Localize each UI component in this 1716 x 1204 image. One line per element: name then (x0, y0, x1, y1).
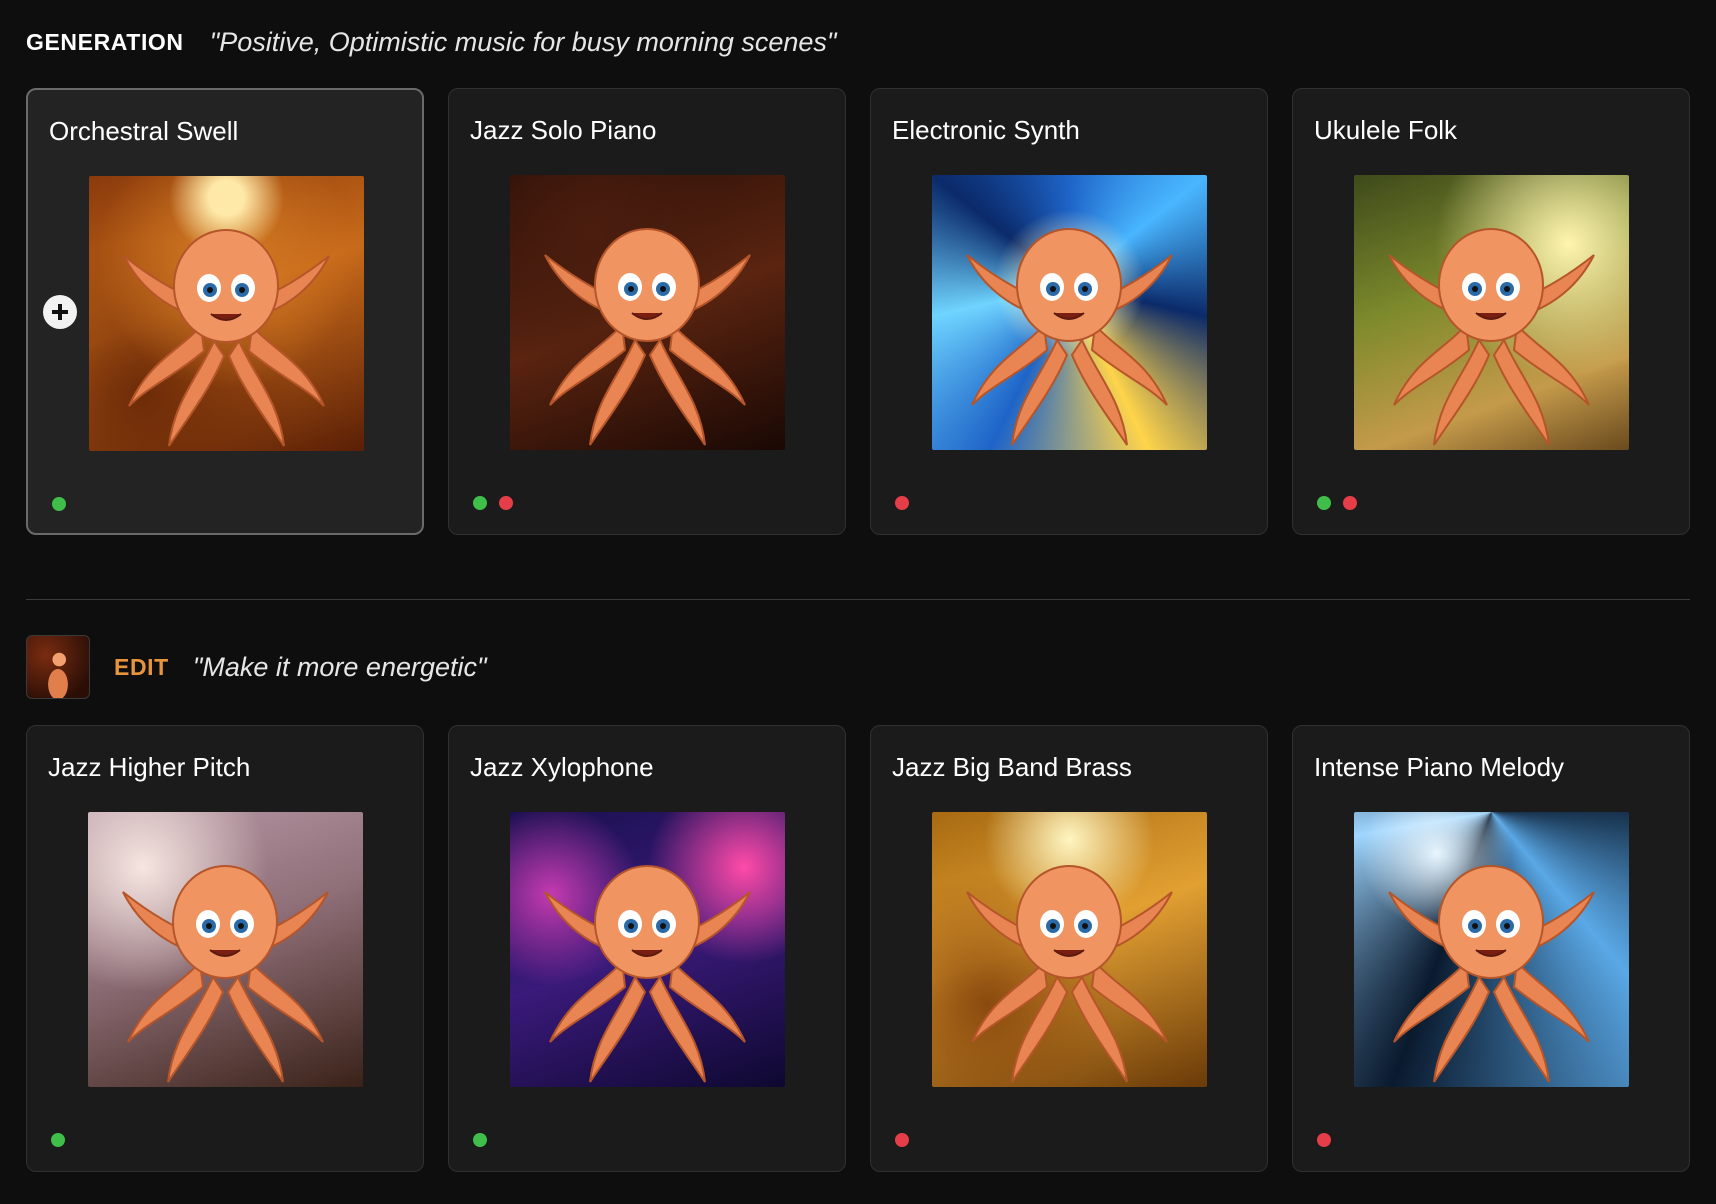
card-artwork (89, 176, 364, 451)
card-title: Jazz Big Band Brass (892, 752, 1132, 782)
green-status-dot (473, 496, 487, 510)
status-indicators (895, 496, 909, 510)
edit-prompt: "Make it more energetic" (192, 651, 487, 682)
generation-prompt: "Positive, Optimistic music for busy mor… (209, 26, 837, 57)
result-card[interactable]: Electronic Synth (870, 88, 1268, 535)
card-title: Ukulele Folk (1314, 115, 1458, 145)
red-status-dot (1343, 496, 1357, 510)
section-divider (26, 599, 1690, 600)
edit-results: Jazz Higher Pitch Jazz Xylophone Jazz Bi… (26, 725, 1690, 1172)
card-artwork (1354, 812, 1629, 1087)
green-status-dot (52, 497, 66, 511)
status-indicators (895, 1133, 909, 1147)
card-title: Orchestral Swell (49, 116, 239, 146)
card-title: Jazz Higher Pitch (48, 752, 251, 782)
result-card[interactable]: Jazz Higher Pitch (26, 725, 424, 1172)
result-card[interactable]: Jazz Big Band Brass (870, 725, 1268, 1172)
generation-header: GENERATION "Positive, Optimistic music f… (26, 22, 837, 62)
music-generation-board: GENERATION "Positive, Optimistic music f… (0, 0, 1716, 1204)
result-card[interactable]: Jazz Solo Piano (448, 88, 846, 535)
result-card[interactable]: Orchestral Swell (26, 88, 424, 535)
result-card[interactable]: Jazz Xylophone (448, 725, 846, 1172)
generation-results: Orchestral Swell Jazz Solo Piano Electro… (26, 88, 1690, 535)
card-title: Electronic Synth (892, 115, 1080, 145)
card-artwork (1354, 175, 1629, 450)
status-indicators (51, 1133, 65, 1147)
red-status-dot (895, 496, 909, 510)
card-title: Intense Piano Melody (1314, 752, 1565, 782)
card-title: Jazz Solo Piano (470, 115, 657, 145)
card-title: Jazz Xylophone (470, 752, 654, 782)
green-status-dot (1317, 496, 1331, 510)
red-status-dot (895, 1133, 909, 1147)
status-indicators (1317, 496, 1357, 510)
card-artwork (932, 175, 1207, 450)
result-card[interactable]: Intense Piano Melody (1292, 725, 1690, 1172)
generation-tag: GENERATION (26, 28, 184, 55)
green-status-dot (51, 1133, 65, 1147)
add-icon[interactable] (43, 295, 77, 329)
status-indicators (473, 496, 513, 510)
status-indicators (52, 497, 66, 511)
card-artwork (510, 812, 785, 1087)
status-indicators (1317, 1133, 1331, 1147)
edit-header: EDIT "Make it more energetic" (26, 634, 487, 700)
red-status-dot (499, 496, 513, 510)
card-artwork (510, 175, 785, 450)
source-thumbnail[interactable] (26, 635, 90, 699)
status-indicators (473, 1133, 487, 1147)
card-artwork (932, 812, 1207, 1087)
edit-tag: EDIT (114, 653, 169, 680)
result-card[interactable]: Ukulele Folk (1292, 88, 1690, 535)
red-status-dot (1317, 1133, 1331, 1147)
card-artwork (88, 812, 363, 1087)
green-status-dot (473, 1133, 487, 1147)
